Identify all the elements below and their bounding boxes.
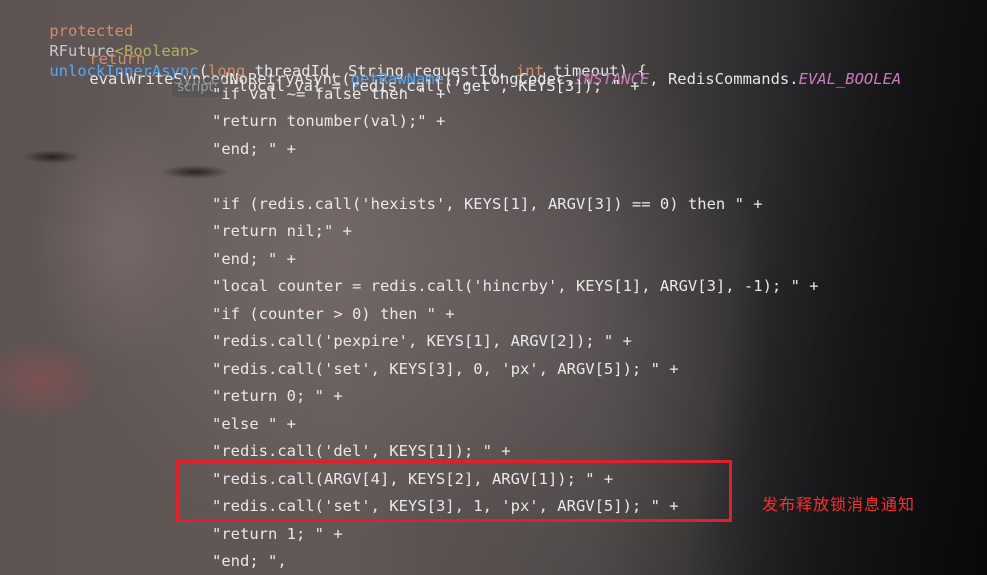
- call-args-c: , RedisCommands.: [649, 70, 799, 88]
- method-signature-line[interactable]: protected RFuture<Boolean> unlockInnerAs…: [12, 1, 646, 80]
- script-line-text: "redis.call('set', KEYS[3], 0, 'px', ARG…: [212, 360, 679, 378]
- script-line-text: "if (counter > 0) then " +: [212, 305, 455, 323]
- script-line-text: "return tonumber(val);" +: [212, 112, 446, 130]
- highlight-box: [176, 460, 732, 522]
- script-line-3[interactable]: "end; " +: [212, 139, 296, 159]
- script-line-text: "end; ",: [212, 552, 287, 570]
- script-line-text: "if val ~= false then " +: [212, 85, 446, 103]
- script-line-text: "return 0; " +: [212, 387, 343, 405]
- script-line-text: "return 1; " +: [212, 525, 343, 543]
- script-line-text: "end; " +: [212, 250, 296, 268]
- script-line-11[interactable]: "redis.call('set', KEYS[3], 0, 'px', ARG…: [212, 359, 679, 379]
- script-line-text: "if (redis.call('hexists', KEYS[1], ARGV…: [212, 195, 763, 213]
- script-line-7[interactable]: "end; " +: [212, 249, 296, 269]
- script-line-5[interactable]: "if (redis.call('hexists', KEYS[1], ARGV…: [212, 194, 763, 214]
- script-line-text: "redis.call('pexpire', KEYS[1], ARGV[2])…: [212, 332, 632, 350]
- script-line-text: "end; " +: [212, 140, 296, 158]
- script-line-9[interactable]: "if (counter > 0) then " +: [212, 304, 455, 324]
- script-line-14[interactable]: "redis.call('del', KEYS[1]); " +: [212, 441, 511, 461]
- script-line-13[interactable]: "else " +: [212, 414, 296, 434]
- script-line-12[interactable]: "return 0; " +: [212, 386, 343, 406]
- script-line-17[interactable]: "return 1; " +: [212, 524, 343, 544]
- eval-constant: EVAL_BOOLEA: [798, 70, 902, 88]
- script-line-1[interactable]: "if val ~= false then " +: [212, 84, 445, 104]
- script-line-0[interactable]: script: "local val = redis.call('get', KE…: [135, 56, 640, 97]
- script-line-text: "return nil;" +: [212, 222, 352, 240]
- script-line-2[interactable]: "return tonumber(val);" +: [212, 111, 445, 131]
- script-line-text: "local counter = redis.call('hincrby', K…: [212, 277, 819, 295]
- script-line-6[interactable]: "return nil;" +: [212, 221, 352, 241]
- script-line-text: "else " +: [212, 415, 296, 433]
- script-line-10[interactable]: "redis.call('pexpire', KEYS[1], ARGV[2])…: [212, 331, 632, 351]
- script-line-text: "redis.call('del', KEYS[1]); " +: [212, 442, 511, 460]
- annotation-label: 发布释放锁消息通知: [762, 495, 916, 514]
- return-call-line[interactable]: return evalWriteSyncedNoRetryAsync(getRa…: [52, 29, 901, 88]
- script-line-8[interactable]: "local counter = redis.call('hincrby', K…: [212, 276, 819, 296]
- script-line-18[interactable]: "end; ",: [212, 551, 287, 571]
